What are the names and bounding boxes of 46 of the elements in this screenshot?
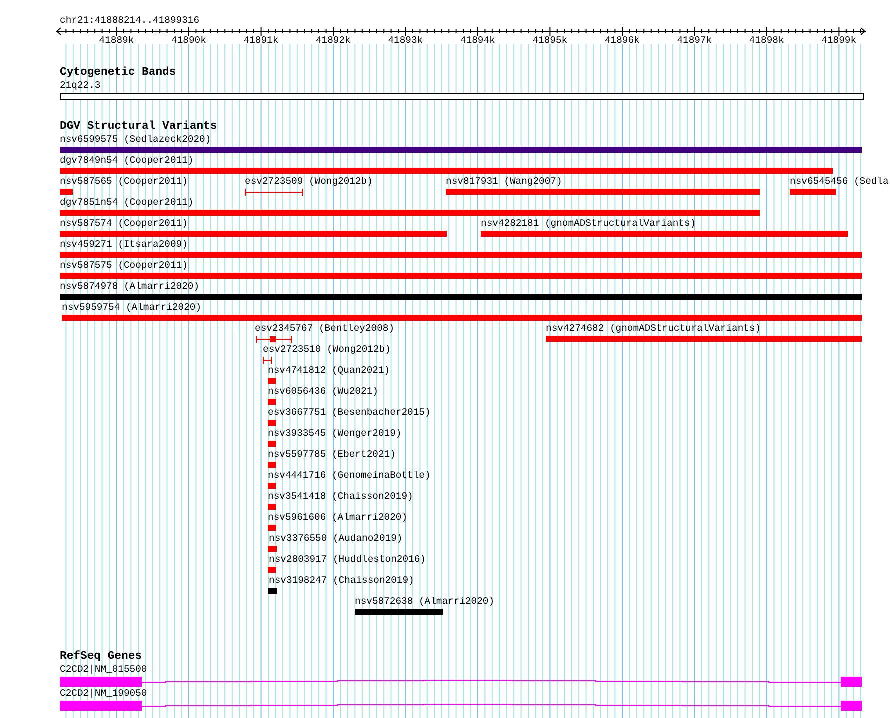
variant-label: nsv5872638 (Almarri2020): [355, 596, 495, 608]
variant-label: nsv4282181 (gnomADStructuralVariants): [481, 218, 696, 230]
variant-label: nsv4441716 (GenomeinaBottle): [268, 470, 431, 482]
variant-label: nsv5961606 (Almarri2020): [268, 512, 408, 524]
ruler-tick-label: 41898k: [749, 35, 784, 47]
variant-label: nsv4274682 (gnomADStructuralVariants): [546, 323, 762, 335]
variant-label: dgv7849n54 (Cooper2011): [60, 155, 194, 167]
variant-label: nsv6545456 (Sedla: [790, 176, 889, 188]
variant-label: nsv587575 (Cooper2011): [60, 260, 188, 272]
ruler-tick-label: 41890k: [172, 35, 206, 47]
gene-label: C2CD2|NM_015500: [60, 664, 148, 676]
variant-label: nsv3541418 (Chaisson2019): [268, 491, 414, 503]
ruler-tick-label: 41891k: [244, 35, 279, 47]
variant-label: nsv3933545 (Wenger2019): [268, 428, 402, 440]
track-title: RefSeq Genes: [60, 651, 142, 664]
variant-label: esv3667751 (Besenbacher2015): [268, 407, 431, 419]
variant-label: esv2723510 (Wong2012b): [263, 344, 391, 356]
ruler-tick-label: 41894k: [460, 35, 496, 47]
variant-label: nsv3376550 (Audano2019): [269, 533, 403, 545]
track-title: DGV Structural Variants: [60, 121, 218, 134]
gene-label: C2CD2|NM_199050: [60, 688, 148, 700]
variant-label: esv2345767 (Bentley2008): [255, 323, 395, 335]
ruler-tick-label: 41897k: [677, 35, 712, 47]
variant-label: nsv2803917 (Huddleston2016): [269, 554, 426, 566]
variant-label: nsv817931 (Wang2007): [446, 176, 562, 188]
ruler-tick-label: 41893k: [388, 35, 424, 47]
locus-label: chr21:41888214..41899316: [60, 15, 200, 27]
band-label: 21q22.3: [60, 80, 101, 92]
variant-label: nsv5874978 (Almarri2020): [60, 281, 200, 293]
variant-label: dgv7851n54 (Cooper2011): [60, 197, 194, 209]
variant-label: nsv3198247 (Chaisson2019): [269, 575, 414, 587]
variant-label: nsv459271 (Itsara2009): [60, 239, 188, 251]
variant-label: nsv587574 (Cooper2011): [60, 218, 188, 230]
variant-label: nsv4741812 (Quan2021): [268, 365, 390, 377]
variant-label: nsv5597785 (Ebert2021): [268, 449, 396, 461]
ruler-tick-label: 41889k: [99, 35, 134, 47]
variant-label: nsv5959754 (Almarri2020): [62, 302, 202, 314]
variant-label: nsv6599575 (Sedlazeck2020): [60, 134, 212, 146]
track-title: Cytogenetic Bands: [60, 67, 176, 80]
variant-label: nsv6056436 (Wu2021): [268, 386, 378, 398]
ruler-tick-label: 41892k: [316, 35, 351, 47]
ruler-tick-label: 41896k: [604, 35, 640, 47]
variant-label: nsv587565 (Cooper2011): [60, 176, 188, 188]
ruler-tick-label: 41899k: [822, 35, 857, 47]
variant-label: esv2723509 (Wong2012b): [245, 176, 373, 188]
ruler-tick-label: 41895k: [532, 35, 568, 47]
